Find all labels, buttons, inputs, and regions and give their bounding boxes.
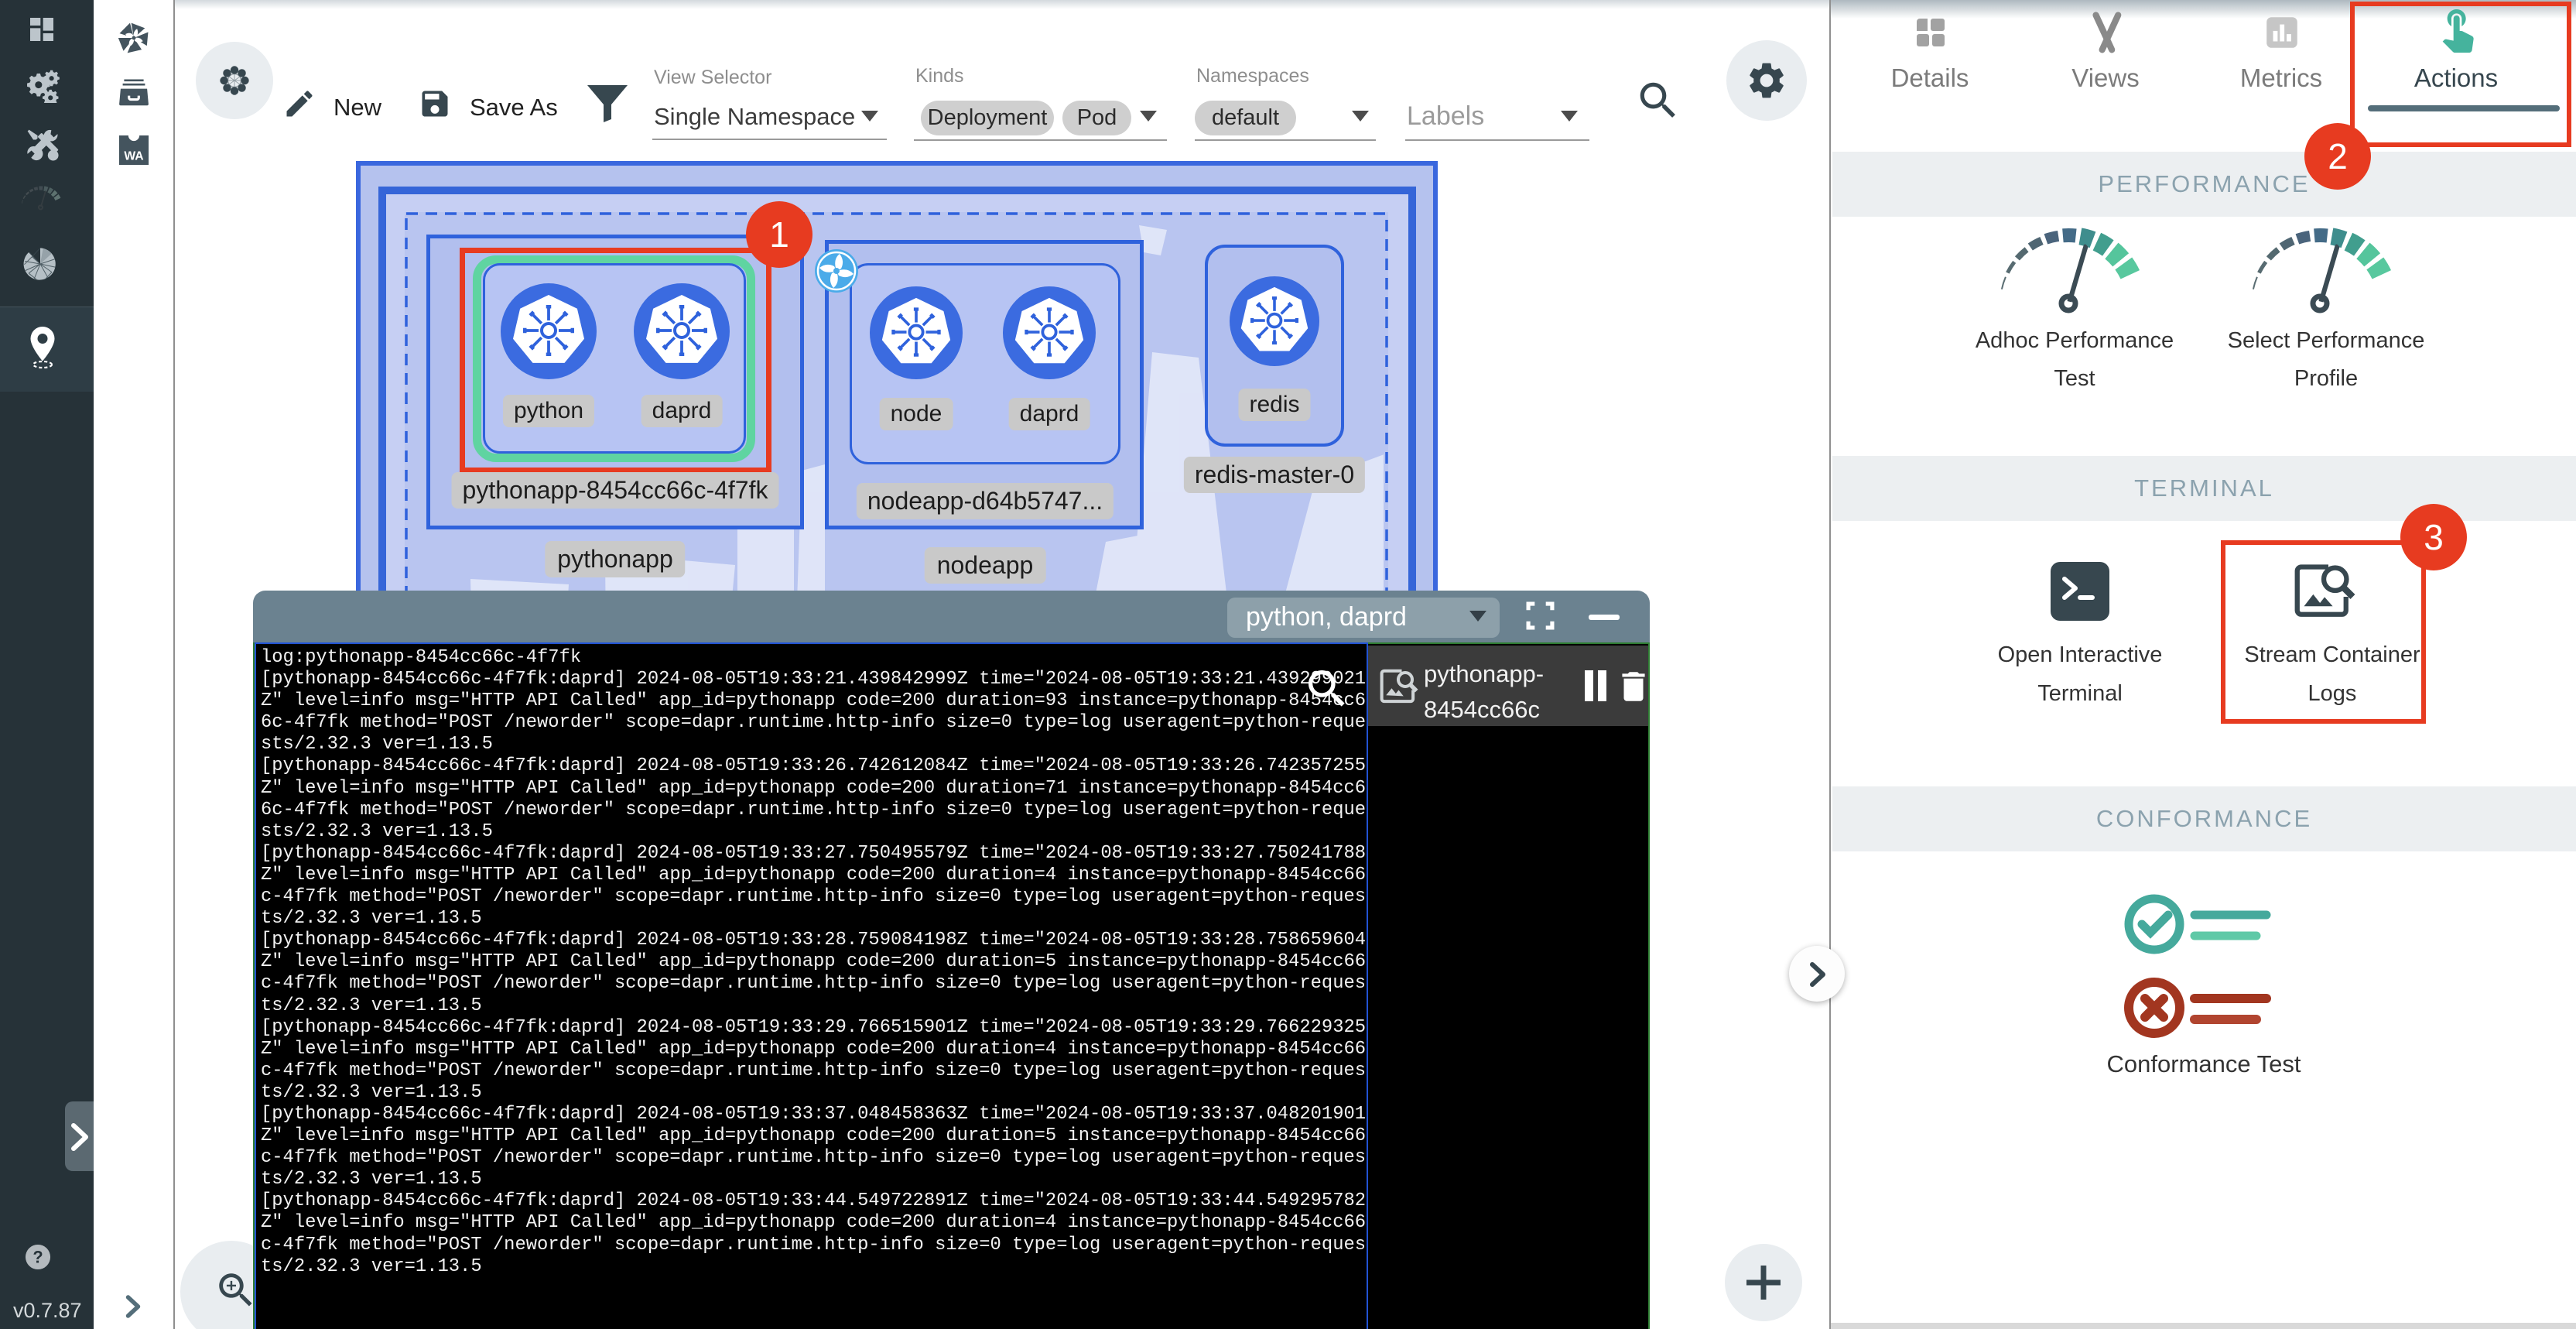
- svg-text:?: ?: [32, 1248, 43, 1267]
- svg-text:WA: WA: [124, 149, 143, 163]
